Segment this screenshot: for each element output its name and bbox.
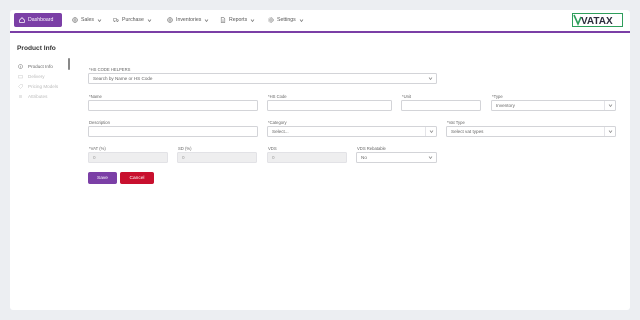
name-input[interactable] [88,100,258,111]
sidebar-item-label: Delivery [28,74,45,79]
vds-rebatable-value: No [361,155,367,160]
sidebar-item-delivery[interactable]: Delivery [18,72,70,81]
nav-settings-label: Settings [277,17,296,23]
logo-text: VATAX [581,16,613,27]
nav-sales-button[interactable]: Sales [72,13,102,27]
vat-value: 0 [93,155,96,160]
chevron-down-icon [425,127,436,136]
unit-label: *Unit [402,94,412,99]
nav-reports-label: Reports [229,17,248,23]
hs-code-input[interactable] [267,100,392,111]
vat-label: *VAT (%) [89,146,106,151]
home-icon [19,17,25,23]
cancel-button[interactable]: Cancel [120,172,154,184]
nav-dashboard-button[interactable]: Dashboard [14,13,62,27]
chevron-down-icon [97,18,102,23]
description-label: Description [89,120,110,125]
nav-reports-button[interactable]: Reports [220,13,255,27]
info-icon [18,64,23,69]
chevron-down-icon [425,74,436,83]
hs-helper-placeholder: Search by Name or HS Code [93,76,153,81]
type-select[interactable]: Inventory [491,100,616,111]
sidebar-item-pricing-models[interactable]: Pricing Models [18,82,70,91]
nav-inventories-label: Inventories [176,17,202,23]
nav-accent-rule [10,31,630,33]
vds-input[interactable]: 0 [267,152,347,163]
chevron-down-icon [299,18,304,23]
type-value: Inventory [496,103,515,108]
sidebar-item-attributes[interactable]: Attributes [18,92,70,101]
save-button[interactable]: Save [88,172,117,184]
vat-type-value: Select vat types [451,129,484,134]
chevron-down-icon [147,18,152,23]
nav-sales-label: Sales [81,17,94,23]
category-select[interactable]: Select... [267,126,437,137]
sidebar-item-label: Pricing Models [28,84,59,89]
sd-value: 0 [182,155,185,160]
description-input[interactable] [88,126,258,137]
page-title: Product Info [17,45,56,52]
type-label: *Type [492,94,503,99]
unit-input[interactable] [401,100,481,111]
nav-dashboard-label: Dashboard [28,17,54,23]
hs-helper-label: *HS CODE HELPERS [89,67,131,72]
vds-value: 0 [272,155,275,160]
category-label: *Category [268,120,287,125]
file-icon [220,17,226,23]
sidebar-item-label: Product Info [28,64,53,69]
nav-purchase-label: Purchase [122,17,144,23]
hs-helper-select[interactable]: Search by Name or HS Code [88,73,437,84]
chevron-down-icon [204,18,209,23]
sidebar-item-label: Attributes [28,94,48,99]
list-icon [18,94,23,99]
vds-label: VDS [268,146,277,151]
globe-icon [72,17,78,23]
nav-settings-button[interactable]: Settings [268,13,304,27]
name-label: *Name [89,94,102,99]
chevron-down-icon [604,127,615,136]
vat-type-label: *Vat Type [447,120,465,125]
truck-icon [113,17,119,23]
vds-rebatable-select[interactable]: No [356,152,437,163]
vds-rebatable-label: VDS Rebatable [357,146,386,151]
truck-icon [18,74,23,79]
chevron-down-icon [250,18,255,23]
sd-label: SD (%) [178,146,192,151]
sd-input[interactable]: 0 [177,152,257,163]
top-nav: Dashboard Sales Purchase Inventories Rep… [10,10,630,32]
sidebar-item-product-info[interactable]: Product Info [18,62,70,71]
vat-input[interactable]: 0 [88,152,168,163]
nav-purchase-button[interactable]: Purchase [113,13,152,27]
category-value: Select... [272,129,289,134]
nav-inventories-button[interactable]: Inventories [167,13,209,27]
globe-icon [167,17,173,23]
vatax-logo[interactable]: VATAX [572,13,623,27]
chevron-down-icon [604,101,615,110]
gear-icon [268,17,274,23]
chevron-down-icon [425,153,436,162]
main-card: Dashboard Sales Purchase Inventories Rep… [10,10,630,310]
tag-icon [18,84,23,89]
hs-code-label: *HS Code [268,94,287,99]
vat-type-select[interactable]: Select vat types [446,126,616,137]
